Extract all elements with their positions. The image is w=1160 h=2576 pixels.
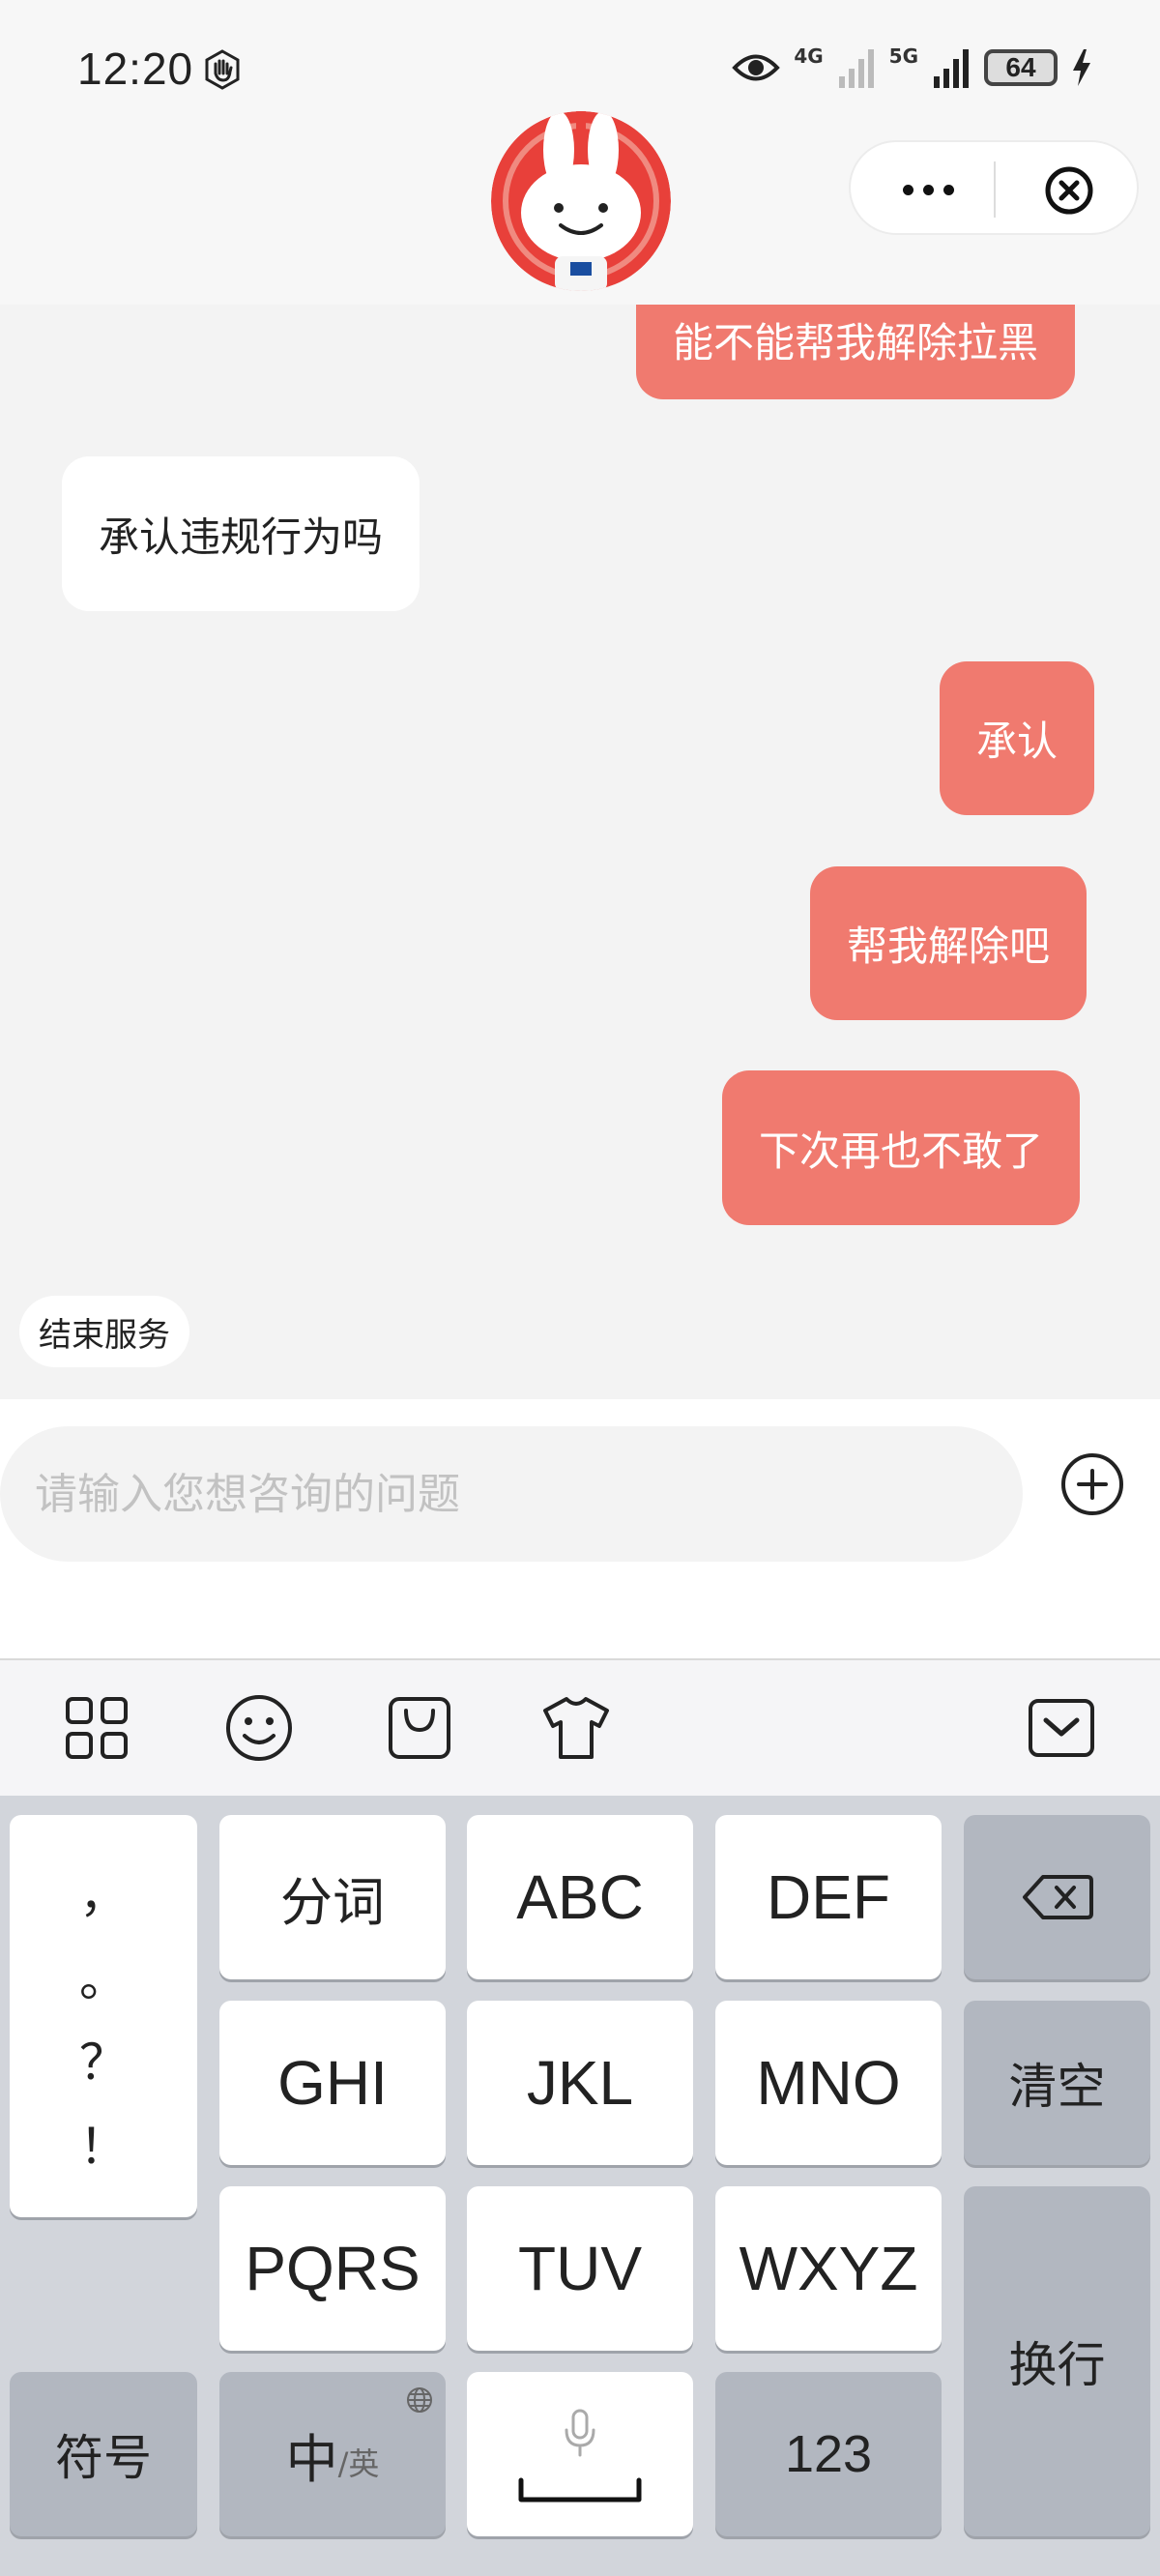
more-icon [902,184,914,195]
language-switch-key[interactable]: 中 /英 [219,2372,446,2536]
message-bubble-received[interactable]: 承认违规行为吗 [62,456,420,611]
message-input[interactable] [35,1426,982,1562]
header [0,111,1160,305]
message-bubble-sent[interactable]: 帮我解除吧 [810,866,1088,1020]
punct-period-key[interactable]: 。 [79,1955,128,2004]
plus-icon[interactable] [1059,1451,1125,1517]
globe-icon [407,2387,432,2413]
punctuation-key-column[interactable]: ， 。 ？ ！ [10,1815,197,2217]
keyboard: ， 。 ？ ！ 分词 ABC DEF GHI JKL MNO 清空 PQRS T… [0,1796,1160,2576]
signal-icon [838,49,874,88]
grid-icon[interactable] [62,1693,131,1763]
numbers-key[interactable]: 123 [715,2372,942,2536]
status-icons: 4G 5G 64 [732,43,1092,93]
key-mno[interactable]: MNO [715,2001,942,2165]
message-input-box[interactable] [0,1426,1023,1562]
keyboard-hide-icon[interactable] [1027,1693,1096,1763]
mini-program-capsule [849,140,1139,235]
backspace-icon [1022,1875,1093,1919]
message-bubble-sent[interactable]: 下次再也不敢了 [722,1070,1081,1225]
emoji-icon[interactable] [224,1693,294,1763]
hand-icon [205,49,240,90]
eye-icon [732,54,781,81]
shopping-bag-icon[interactable] [385,1693,454,1763]
microphone-icon [565,2409,595,2457]
punct-exclaim-key[interactable]: ！ [79,2122,128,2171]
battery-icon: 64 [984,49,1058,86]
end-service-button[interactable]: 结束服务 [19,1296,189,1367]
chat-area[interactable]: 能不能帮我解除拉黑 承认违规行为吗 承认 帮我解除吧 下次再也不敢了 结束服务 [0,305,1160,1399]
signal-icon [934,49,969,88]
network-4g-label: 4G [794,44,824,68]
network-5g-label: 5G [888,44,918,68]
close-icon[interactable] [1040,161,1098,220]
lang-sub-label: /英 [337,2445,380,2482]
key-abc[interactable]: ABC [467,1815,693,1979]
input-area [0,1399,1160,1658]
key-tuv[interactable]: TUV [467,2186,693,2351]
ime-toolbar [0,1658,1160,1796]
punct-comma-key[interactable]: ， [79,1871,128,1919]
more-button[interactable] [880,161,976,218]
symbols-key[interactable]: 符号 [10,2372,197,2536]
message-bubble-sent[interactable]: 承认 [940,661,1095,815]
avatar [491,111,671,291]
key-pqrs[interactable]: PQRS [219,2186,446,2351]
lang-main-label: 中 [285,2428,338,2490]
enter-key[interactable]: 换行 [964,2186,1150,2536]
key-ghi[interactable]: GHI [219,2001,446,2165]
space-key[interactable] [467,2372,693,2536]
capsule-divider [994,161,996,218]
backspace-key[interactable] [964,1815,1150,1979]
key-fenci[interactable]: 分词 [219,1815,446,1979]
clear-key[interactable]: 清空 [964,2001,1150,2165]
charging-icon [1073,49,1090,86]
status-time: 12:20 [77,44,194,94]
message-bubble-sent[interactable]: 能不能帮我解除拉黑 [636,305,1076,399]
page: 12:20 4G 5G 64 能不能帮我解除拉黑 承认违规行为吗 承认 帮我解除… [0,0,1160,2576]
key-wxyz[interactable]: WXYZ [715,2186,942,2351]
space-bar-glyph [518,2477,642,2503]
key-jkl[interactable]: JKL [467,2001,693,2165]
punct-question-key[interactable]: ？ [79,2038,128,2087]
key-def[interactable]: DEF [715,1815,942,1979]
tshirt-icon[interactable] [541,1693,611,1763]
